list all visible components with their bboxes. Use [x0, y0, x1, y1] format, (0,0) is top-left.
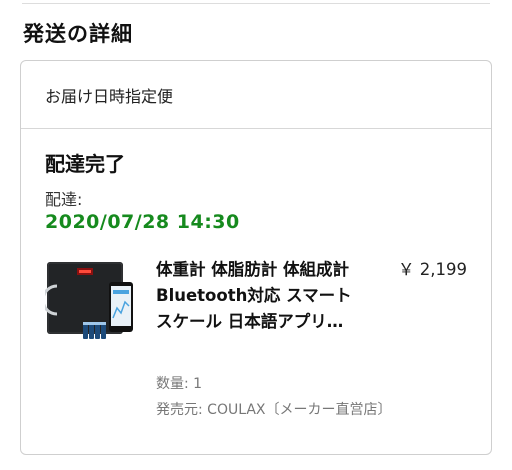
delivery-label: 配達:	[45, 190, 83, 209]
top-divider	[22, 3, 490, 4]
product-price: ￥ 2,199	[398, 260, 467, 279]
shipment-card: お届け日時指定便 配達完了 配達: 2020/07/28 14:30 体重計 体…	[20, 60, 492, 455]
shipment-type-header: お届け日時指定便	[21, 61, 491, 129]
battery-tops	[83, 322, 106, 325]
product-seller: 発売元: COULAX〔メーカー直営店〕	[156, 402, 392, 418]
scale-display-digits	[79, 270, 91, 273]
section-title: 発送の詳細	[23, 22, 133, 46]
product-quantity: 数量: 1	[156, 376, 203, 392]
product-thumbnail[interactable]	[45, 258, 138, 346]
delivery-status: 配達完了	[45, 152, 125, 176]
delivery-date: 2020/07/28 14:30	[45, 211, 240, 233]
phone-screen-header	[113, 290, 129, 294]
product-name-link[interactable]: 体重計 体脂肪計 体組成計 Bluetooth対応 スマートスケール 日本語アプ…	[156, 257, 366, 335]
